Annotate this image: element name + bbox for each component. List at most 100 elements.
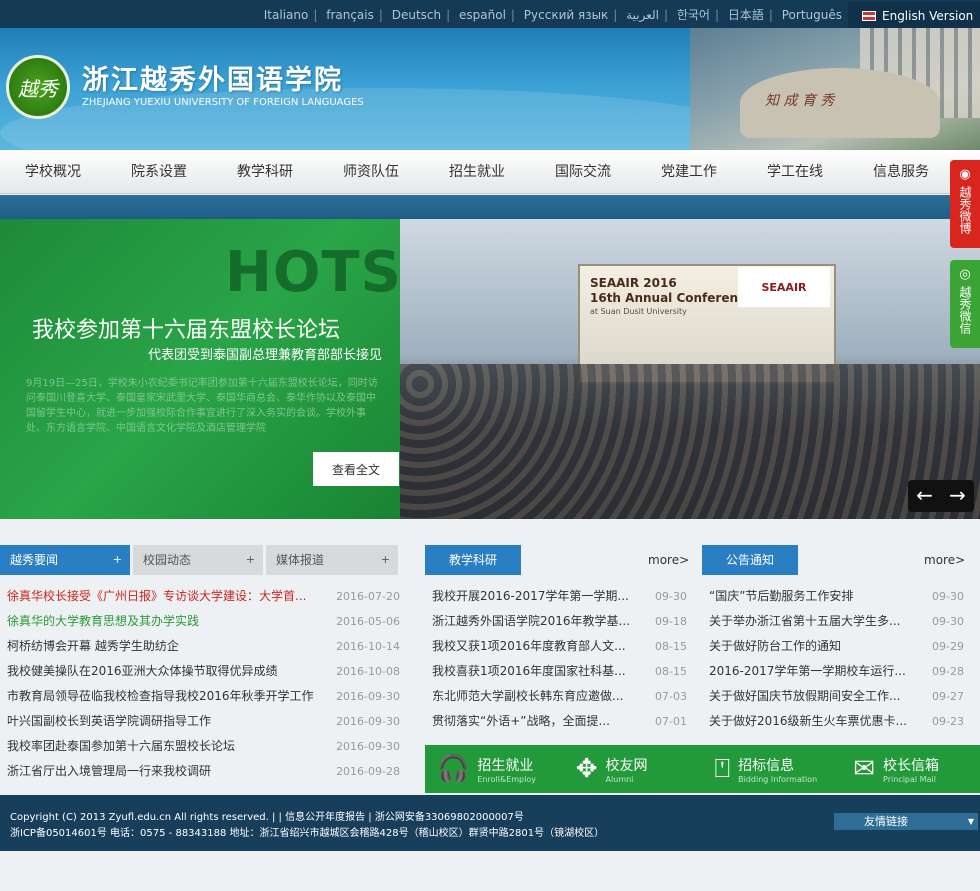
quick-bidding[interactable]: ⍞ 招标信息 Bidding Information — [703, 745, 842, 793]
research-row[interactable]: 我校喜获1项2016年度国家社科基... 08-15 — [425, 659, 687, 684]
lang-arabic[interactable]: العربية — [626, 8, 659, 22]
notice-row[interactable]: 关于做好防台工作的通知 09-29 — [702, 634, 964, 659]
notice-title[interactable]: 关于做好2016级新生火车票优惠卡... — [709, 709, 909, 734]
news-row[interactable]: 叶兴国副校长到英语学院调研指导工作 2016-09-30 — [0, 709, 400, 734]
plus-icon[interactable]: + — [113, 545, 122, 575]
lang-italiano[interactable]: Italiano — [264, 8, 309, 22]
news-row[interactable]: 浙江省厅出入境管理局一行来我校调研 2016-09-28 — [0, 759, 400, 784]
news-row[interactable]: 我校率团赴泰国参加第十六届东盟校长论坛 2016-09-30 — [0, 734, 400, 759]
weibo-icon: ◉ — [959, 167, 971, 182]
news-title[interactable]: 柯桥纺博会开幕 越秀学生助纺企 — [7, 634, 327, 659]
weibo-tab[interactable]: ◉ 越秀微博 — [950, 160, 980, 248]
news-title[interactable]: 徐真华的大学教育思想及其办学实践 — [7, 609, 327, 634]
notice-row[interactable]: “国庆”节后勤服务工作安排 09-30 — [702, 584, 964, 609]
notice-title[interactable]: 2016-2017学年第一学期校车运行... — [709, 659, 909, 684]
nav-info-services[interactable]: 信息服务 — [848, 150, 954, 193]
news-title[interactable]: 我校率团赴泰国参加第十六届东盟校长论坛 — [7, 734, 327, 759]
research-row[interactable]: 浙江越秀外国语学院2016年教学基... 09-18 — [425, 609, 687, 634]
research-date: 08-15 — [655, 640, 687, 653]
nav-party[interactable]: 党建工作 — [636, 150, 742, 193]
notice-row[interactable]: 2016-2017学年第一学期校车运行... 09-28 — [702, 659, 964, 684]
quick-admissions[interactable]: 🎧 招生就业 Enroll&Employ — [425, 745, 564, 793]
wechat-icon: ◎ — [959, 267, 971, 282]
language-bar: Italiano | français | Deutsch | español | Ру… — [0, 0, 980, 28]
nav-international[interactable]: 国际交流 — [530, 150, 636, 193]
notice-title[interactable]: 关于做好防台工作的通知 — [709, 634, 909, 659]
research-title[interactable]: 我校开展2016-2017学年第一学期... — [432, 584, 632, 609]
research-title[interactable]: 浙江越秀外国语学院2016年教学基... — [432, 609, 632, 634]
notice-section-title[interactable]: 公告通知 — [702, 545, 798, 575]
news-date: 2016-09-30 — [336, 740, 400, 753]
uk-flag-icon — [862, 11, 876, 21]
news-title[interactable]: 市教育局领导莅临我校检查指导我校2016年秋季开学工作 — [7, 684, 327, 709]
arrow-left-icon[interactable]: ← — [908, 480, 941, 512]
lang-espanol[interactable]: español — [459, 8, 506, 22]
research-row[interactable]: 贯彻落实“外语+”战略，全面提... 07-01 — [425, 709, 687, 734]
news-row[interactable]: 柯桥纺博会开幕 越秀学生助纺企 2016-10-14 — [0, 634, 400, 659]
research-section-title[interactable]: 教学科研 — [425, 545, 521, 575]
news-row[interactable]: 徐真华的大学教育思想及其办学实践 2016-05-06 — [0, 609, 400, 634]
research-title[interactable]: 我校喜获1项2016年度国家社科基... — [432, 659, 632, 684]
notice-row[interactable]: 关于做好2016级新生火车票优惠卡... 09-23 — [702, 709, 964, 734]
nav-school-overview[interactable]: 学校概况 — [0, 150, 106, 193]
news-title[interactable]: 徐真华校长接受《广州日报》专访谈大学建设：大学首... — [7, 584, 327, 609]
nav-teaching-research[interactable]: 教学科研 — [212, 150, 318, 193]
research-title[interactable]: 贯彻落实“外语+”战略，全面提... — [432, 709, 632, 734]
research-title[interactable]: 东北师范大学副校长韩东育应邀做... — [432, 684, 632, 709]
research-date: 07-01 — [655, 715, 687, 728]
hero-title[interactable]: 我校参加第十六届东盟校长论坛 — [32, 312, 340, 344]
friend-links-select[interactable]: 友情链接 ▼ — [834, 813, 978, 830]
research-row[interactable]: 东北师范大学副校长韩东育应邀做... 07-03 — [425, 684, 687, 709]
lang-russian[interactable]: Русский язык — [524, 8, 609, 22]
news-title[interactable]: 叶兴国副校长到英语学院调研指导工作 — [7, 709, 327, 734]
quick-alumni[interactable]: ✥ 校友网 Alumni — [564, 745, 703, 793]
notice-row[interactable]: 关于做好国庆节放假期间安全工作... 09-27 — [702, 684, 964, 709]
news-date: 2016-09-28 — [336, 765, 400, 778]
news-date: 2016-05-06 — [336, 615, 400, 628]
nav-departments[interactable]: 院系设置 — [106, 150, 212, 193]
research-row[interactable]: 我校又获1项2016年度教育部人文... 08-15 — [425, 634, 687, 659]
main-nav: 学校概况 院系设置 教学科研 师资队伍 招生就业 国际交流 党建工作 学工在线 … — [0, 150, 980, 194]
footer-contact: 浙ICP备05014601号 电话：0575 - 88343188 地址：浙江省… — [10, 828, 605, 839]
tab-campus-news[interactable]: 校园动态 + — [133, 545, 263, 575]
tab-media-reports[interactable]: 媒体报道 + — [266, 545, 398, 575]
lang-portugues[interactable]: Português — [782, 8, 842, 22]
plus-icon[interactable]: + — [381, 545, 390, 575]
news-title[interactable]: 浙江省厅出入境管理局一行来我校调研 — [7, 759, 327, 784]
research-row[interactable]: 我校开展2016-2017学年第一学期... 09-30 — [425, 584, 687, 609]
notice-date: 09-27 — [932, 690, 964, 703]
wechat-label: 越秀微信 — [958, 286, 972, 334]
research-title[interactable]: 我校又获1项2016年度教育部人文... — [432, 634, 632, 659]
news-row[interactable]: 徐真华校长接受《广州日报》专访谈大学建设：大学首... 2016-07-20 — [0, 584, 400, 609]
nav-faculty[interactable]: 师资队伍 — [318, 150, 424, 193]
tab-yuexiu-news[interactable]: 越秀要闻 + — [0, 545, 130, 575]
news-row[interactable]: 我校健美操队在2016亚洲大众体操节取得优异成绩 2016-10-08 — [0, 659, 400, 684]
research-more-link[interactable]: more> — [648, 553, 689, 567]
wechat-tab[interactable]: ◎ 越秀微信 — [950, 260, 980, 348]
hero-photo[interactable]: SEAAIR 2016 16th Annual Conference at Su… — [400, 219, 980, 519]
quick-principal-mail-sub: Principal Mail — [883, 774, 936, 784]
notice-title[interactable]: “国庆”节后勤服务工作安排 — [709, 584, 909, 609]
read-full-button[interactable]: 查看全文 — [313, 452, 399, 486]
news-title[interactable]: 我校健美操队在2016亚洲大众体操节取得优异成绩 — [7, 659, 327, 684]
notice-row[interactable]: 关于举办浙江省第十五届大学生多... 09-30 — [702, 609, 964, 634]
notice-title[interactable]: 关于做好国庆节放假期间安全工作... — [709, 684, 909, 709]
lang-francais[interactable]: français — [326, 8, 374, 22]
english-version-link[interactable]: English Version — [848, 2, 980, 30]
lang-deutsch[interactable]: Deutsch — [392, 8, 441, 22]
notice-more-link[interactable]: more> — [924, 553, 965, 567]
news-date: 2016-07-20 — [336, 590, 400, 603]
quick-alumni-label: 校友网 — [605, 757, 648, 774]
arrow-right-icon[interactable]: → — [941, 480, 974, 512]
lang-japanese[interactable]: 日本語 — [728, 8, 764, 22]
nav-student-affairs[interactable]: 学工在线 — [742, 150, 848, 193]
network-icon: ✥ — [575, 754, 598, 784]
plus-icon[interactable]: + — [246, 545, 255, 575]
lang-korean[interactable]: 한국어 — [677, 8, 710, 22]
school-logo[interactable]: 越秀 — [6, 55, 70, 119]
nav-admissions[interactable]: 招生就业 — [424, 150, 530, 193]
news-row[interactable]: 市教育局领导莅临我校检查指导我校2016年秋季开学工作 2016-09-30 — [0, 684, 400, 709]
quick-bidding-sub: Bidding Information — [738, 774, 818, 784]
notice-title[interactable]: 关于举办浙江省第十五届大学生多... — [709, 609, 909, 634]
quick-principal-mail[interactable]: ✉ 校长信箱 Principal Mail — [841, 745, 980, 793]
